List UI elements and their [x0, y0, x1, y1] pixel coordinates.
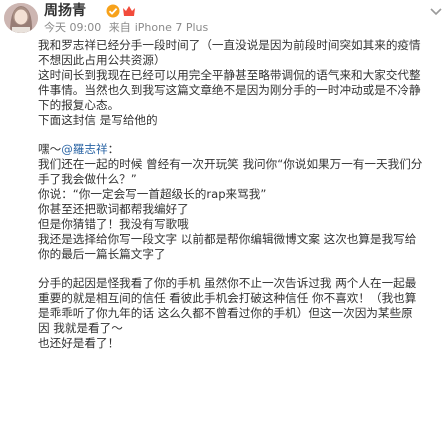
post-text-line: 我还是选择给你写一段文字 以前都是帮你编辑微博文案 这次也算是我写给	[38, 232, 417, 246]
post-time: 今天 09:00	[44, 21, 102, 34]
vip-icon[interactable]	[122, 5, 136, 17]
post-source[interactable]: iPhone 7 Plus	[135, 21, 209, 34]
post-text-line: 下的报复心态。	[38, 98, 120, 112]
post-text-line: 你甚至还把歌词都帮我编好了	[38, 202, 189, 216]
post-text-line: 下面这封信 是写给他的	[38, 113, 158, 127]
post-text-line: 不想因此占用公共资源）	[38, 53, 166, 67]
mention-link[interactable]: @羅志祥	[61, 142, 107, 156]
verified-icon	[106, 4, 120, 18]
post-text-line: 也还好是看了！	[38, 336, 120, 350]
post-meta: 今天 09:00 来自 iPhone 7 Plus	[44, 21, 212, 34]
post-text-line: 重要的就是相互间的信任 看彼此手机会打破这种信任 你不喜欢！（我也算	[38, 291, 417, 305]
post-text-line: 你说：“你一定会写一首超级长的rap来骂我”	[38, 187, 267, 201]
greeting-line: 嘿～@羅志祥：	[38, 142, 444, 157]
post-text-line: 这时间长到我现在已经可以用完全平静甚至略带调侃的语气来和大家交代整	[38, 68, 421, 82]
post-source-prefix: 来自	[108, 21, 131, 34]
chevron-down-icon[interactable]	[430, 8, 442, 16]
post-text-line: 手了我会做什么？”	[38, 172, 137, 186]
post-text-line: 分手的起因是怪我看了你的手机 虽然你不止一次告诉过我 两个人在一起最	[38, 276, 417, 290]
post-header: 周扬青 今天 09:00 来自 iPhone 7 Plus	[0, 0, 448, 34]
post-text-line: 但是你猜错了！我没有写歌哦	[38, 217, 189, 231]
greeting-prefix: 嘿～	[38, 142, 62, 156]
username[interactable]: 周扬青	[44, 3, 86, 19]
post-text-line: 你的最后一篇长篇文字了	[38, 247, 166, 261]
avatar[interactable]	[4, 3, 38, 33]
post-text-line: 我们还在一起的时候 曾经有一次开玩笑 我问你“你说如果万一有一天我们分	[38, 157, 423, 171]
post-text-line: 是乖乖听了你九年的话 这么久都不曾看过你的手机）但这一次因为某些原	[38, 306, 413, 320]
post-text-line: 我和罗志祥已经分手一段时间了（一直没说是因为前段时间突如其来的疫情	[38, 38, 421, 52]
post-text-line: 件事情。当然也久到我写这篇文章绝不是因为刚分手的一时冲动或是不冷静	[38, 83, 421, 97]
post-text-line: 因 我就是看了～	[38, 321, 123, 335]
greeting-suffix: ：	[107, 142, 120, 156]
post-body: 我和罗志祥已经分手一段时间了（一直没说是因为前段时间突如其来的疫情 不想因此占用…	[38, 38, 444, 351]
